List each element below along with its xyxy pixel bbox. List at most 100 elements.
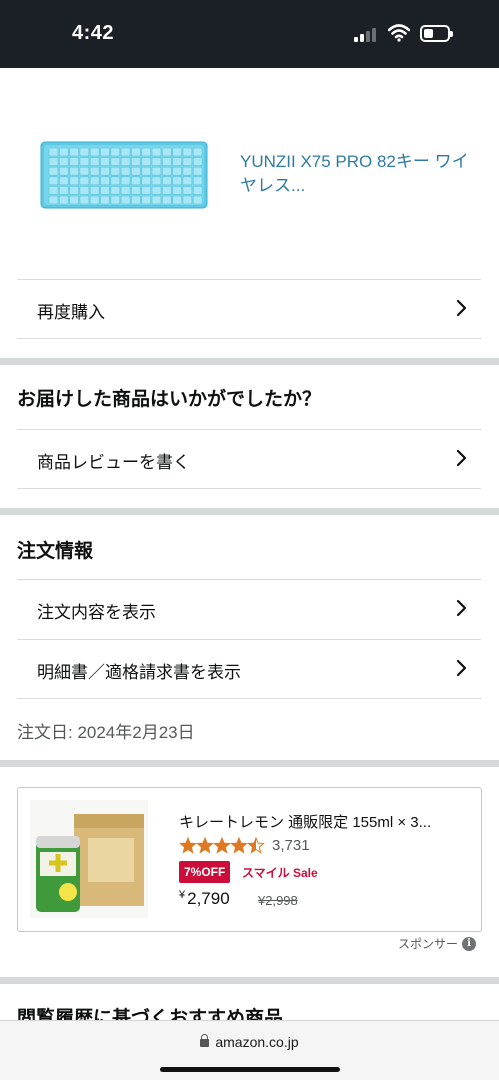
keycap bbox=[58, 176, 69, 186]
write-review-row[interactable]: 商品レビューを書く bbox=[0, 430, 499, 488]
battery-icon bbox=[420, 25, 453, 42]
keycap bbox=[192, 195, 203, 205]
keycap bbox=[151, 176, 162, 186]
keycap bbox=[131, 166, 141, 176]
keycap bbox=[172, 186, 182, 195]
status-bar: 4:42 bbox=[0, 0, 499, 68]
keycap bbox=[110, 195, 121, 205]
star-icon bbox=[230, 836, 248, 854]
keycap bbox=[192, 157, 203, 166]
keycap bbox=[192, 147, 203, 157]
keycap bbox=[192, 166, 203, 176]
keycap bbox=[110, 186, 121, 195]
review-section-title: お届けした商品はいかがでしたか？ bbox=[17, 389, 322, 410]
chevron-right-icon bbox=[456, 299, 467, 317]
home-indicator[interactable] bbox=[160, 1067, 340, 1072]
keycap bbox=[131, 157, 141, 166]
keycap bbox=[120, 147, 131, 157]
keycap bbox=[151, 147, 162, 157]
keycap bbox=[110, 166, 121, 176]
keycap bbox=[100, 147, 110, 157]
keycap bbox=[58, 195, 69, 205]
keycap bbox=[69, 195, 79, 205]
keycap bbox=[192, 186, 203, 195]
keycap bbox=[48, 186, 59, 195]
keycap bbox=[162, 195, 172, 205]
section-separator bbox=[0, 508, 499, 515]
write-review-label: 商品レビューを書く bbox=[37, 453, 190, 472]
order-info-title: 注文情報 bbox=[17, 541, 94, 562]
star-icon bbox=[196, 836, 214, 854]
keycap bbox=[110, 176, 121, 186]
view-invoice-row[interactable]: 明細書／適格請求書を表示 bbox=[0, 640, 499, 698]
keycap bbox=[89, 147, 100, 157]
keycap bbox=[100, 166, 110, 176]
keyboard-product-image[interactable] bbox=[40, 140, 208, 210]
sponsored-product-title[interactable]: キレートレモン 通販限定 155ml × 3... bbox=[179, 811, 469, 832]
keycap bbox=[141, 157, 151, 166]
keycap bbox=[131, 176, 141, 186]
discount-badge: 7%OFF bbox=[179, 861, 231, 883]
keycap bbox=[69, 176, 79, 186]
keycap bbox=[100, 157, 110, 166]
keycap bbox=[182, 157, 193, 166]
sponsored-product-card[interactable]: キレートレモン 通販限定 155ml × 3... 3,731 7%OFF スマ… bbox=[17, 787, 482, 932]
address-text: amazon.co.jp bbox=[215, 1034, 299, 1050]
keycap bbox=[120, 186, 131, 195]
price-value: 2,790 bbox=[187, 889, 230, 908]
keycap bbox=[120, 166, 131, 176]
sponsored-label: スポンサー bbox=[397, 937, 458, 951]
purchased-product[interactable]: YUNZII X75 PRO 82キー ワイヤレス... bbox=[0, 68, 499, 280]
sponsored-note[interactable]: スポンサー i bbox=[398, 935, 476, 952]
keycap bbox=[58, 147, 69, 157]
address-display[interactable]: amazon.co.jp bbox=[0, 1034, 499, 1050]
keycap bbox=[182, 176, 193, 186]
view-order-details-row[interactable]: 注文内容を表示 bbox=[0, 580, 499, 638]
keycap bbox=[110, 157, 121, 166]
star-rating bbox=[179, 836, 265, 854]
keycap bbox=[162, 166, 172, 176]
star-icon bbox=[247, 836, 265, 854]
product-title-link[interactable]: YUNZII X75 PRO 82キー ワイヤレス... bbox=[240, 150, 480, 198]
keycap bbox=[100, 195, 110, 205]
keycap bbox=[162, 186, 172, 195]
keycap bbox=[172, 166, 182, 176]
section-separator bbox=[0, 358, 499, 365]
keycap bbox=[182, 166, 193, 176]
keycap bbox=[172, 147, 182, 157]
keycap bbox=[151, 166, 162, 176]
list-price: ¥2,998 bbox=[258, 893, 298, 908]
keycap bbox=[141, 176, 151, 186]
view-order-details-label: 注文内容を表示 bbox=[37, 603, 156, 622]
keycap bbox=[162, 147, 172, 157]
section-separator bbox=[0, 760, 499, 767]
keycap bbox=[172, 195, 182, 205]
buy-again-label: 再度購入 bbox=[37, 303, 105, 322]
keycap bbox=[120, 195, 131, 205]
order-date: 注文日: 2024年2月23日 bbox=[17, 723, 195, 742]
status-time: 4:42 bbox=[72, 22, 115, 44]
star-icon bbox=[179, 836, 197, 854]
keycap bbox=[79, 157, 90, 166]
rating-count[interactable]: 3,731 bbox=[272, 837, 310, 854]
keycap bbox=[182, 186, 193, 195]
chevron-right-icon bbox=[456, 659, 467, 677]
drink-product-image[interactable] bbox=[30, 800, 148, 918]
keycap bbox=[131, 195, 141, 205]
keycap bbox=[79, 147, 90, 157]
lock-icon bbox=[200, 1034, 210, 1047]
keycap bbox=[79, 166, 90, 176]
keycap bbox=[48, 176, 59, 186]
chevron-right-icon bbox=[456, 449, 467, 467]
keycap bbox=[69, 157, 79, 166]
info-icon[interactable]: i bbox=[462, 936, 476, 951]
keycap bbox=[172, 157, 182, 166]
view-invoice-label: 明細書／適格請求書を表示 bbox=[37, 663, 241, 682]
keycap bbox=[172, 176, 182, 186]
keycap bbox=[48, 157, 59, 166]
buy-again-row[interactable]: 再度購入 bbox=[0, 280, 499, 338]
cellular-signal-icon bbox=[354, 28, 378, 42]
keycap bbox=[151, 157, 162, 166]
browser-address-bar[interactable]: amazon.co.jp bbox=[0, 1020, 499, 1080]
keycap bbox=[162, 176, 172, 186]
